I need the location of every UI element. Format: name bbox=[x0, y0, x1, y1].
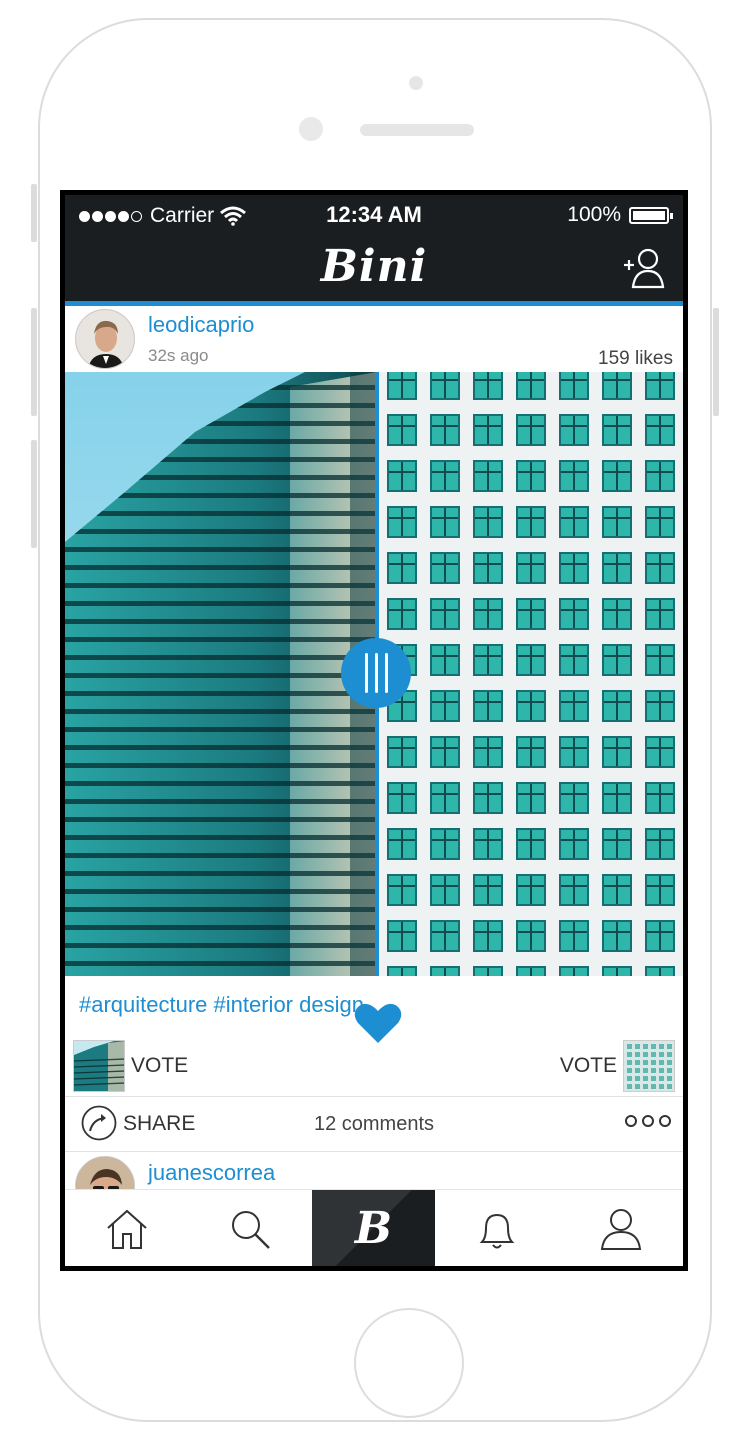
battery-icon bbox=[629, 206, 673, 224]
avatar[interactable] bbox=[75, 309, 135, 369]
bell-icon bbox=[479, 1213, 514, 1248]
earpiece-speaker bbox=[360, 124, 474, 136]
vote-right-button[interactable]: VOTE bbox=[560, 1054, 617, 1078]
post-actions: SHARE 12 comments bbox=[65, 1097, 683, 1152]
tab-search[interactable] bbox=[188, 1190, 311, 1266]
vote-right-thumbnail[interactable] bbox=[623, 1040, 675, 1092]
tab-home[interactable] bbox=[65, 1190, 188, 1266]
camera-dot bbox=[409, 76, 423, 90]
post-username[interactable]: leodicaprio bbox=[148, 312, 254, 338]
next-post-header: juanescorrea bbox=[65, 1152, 683, 1192]
right-photo bbox=[377, 372, 683, 976]
volume-up-button bbox=[31, 308, 37, 416]
vote-left-button[interactable]: VOTE bbox=[131, 1054, 188, 1078]
avatar[interactable] bbox=[75, 1156, 135, 1192]
compare-slider-handle[interactable] bbox=[341, 638, 411, 708]
right-building-thumb-icon bbox=[624, 1041, 674, 1091]
app-header: Bini bbox=[65, 235, 683, 306]
compare-image[interactable] bbox=[65, 372, 683, 976]
home-icon bbox=[106, 1209, 147, 1249]
next-post-username[interactable]: juanescorrea bbox=[148, 1160, 275, 1186]
avatar-portrait-icon bbox=[76, 310, 134, 368]
post-hashtags[interactable]: #arquitecture #interior design bbox=[79, 992, 364, 1018]
front-camera bbox=[299, 117, 323, 141]
volume-down-button bbox=[31, 440, 37, 548]
more-options-icon[interactable] bbox=[625, 1115, 671, 1127]
bini-b-icon: B bbox=[354, 1203, 393, 1254]
search-icon bbox=[231, 1210, 270, 1249]
tab-bar: B bbox=[65, 1189, 683, 1266]
left-building-thumb-icon bbox=[74, 1041, 124, 1091]
screen: Carrier 12:34 AM 100% Bini leodicaprio 3… bbox=[60, 190, 688, 1271]
tab-profile[interactable] bbox=[559, 1190, 682, 1266]
app-logo: Bini bbox=[320, 241, 428, 292]
vote-row: VOTE VOTE bbox=[65, 1038, 683, 1097]
post-time: 32s ago bbox=[148, 346, 209, 365]
add-user-icon[interactable] bbox=[621, 245, 667, 291]
mute-switch bbox=[31, 184, 37, 242]
likes-count[interactable]: 159 likes bbox=[598, 348, 673, 370]
post-header: leodicaprio 32s ago 159 likes bbox=[65, 306, 683, 372]
avatar-portrait-icon bbox=[76, 1157, 134, 1192]
tab-bini[interactable]: B bbox=[312, 1190, 435, 1266]
power-button bbox=[713, 308, 719, 416]
comments-link[interactable]: 12 comments bbox=[65, 1113, 683, 1136]
home-button[interactable] bbox=[354, 1308, 464, 1418]
vote-left-thumbnail[interactable] bbox=[73, 1040, 125, 1092]
battery-percent: 100% bbox=[567, 203, 621, 226]
profile-icon bbox=[600, 1208, 641, 1250]
left-photo bbox=[65, 372, 377, 976]
tab-notifications[interactable] bbox=[435, 1190, 558, 1266]
status-bar: Carrier 12:34 AM 100% bbox=[65, 195, 683, 235]
